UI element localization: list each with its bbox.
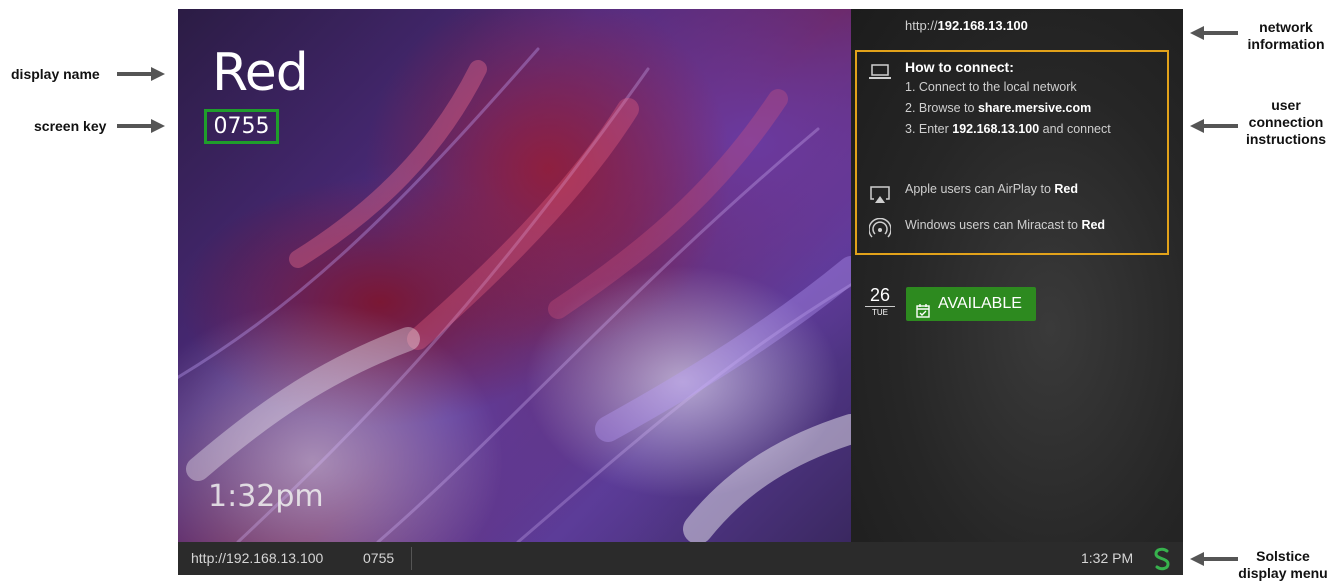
- step-3-suffix: and connect: [1039, 122, 1111, 136]
- step-2-url: share.mersive.com: [977, 101, 1092, 115]
- annotation-line: Solstice: [1256, 548, 1310, 564]
- connection-panel: http://192.168.13.100 How to connect: 1.…: [851, 9, 1183, 542]
- step-3-ip: 192.168.13.100: [952, 122, 1040, 136]
- annotation-line: display menu: [1238, 565, 1328, 581]
- display-name: Red: [212, 43, 309, 103]
- bottom-bar-time: 1:32 PM: [1081, 550, 1134, 566]
- step-2-prefix: 2. Browse to: [905, 101, 978, 115]
- arrow-icon: [1190, 119, 1238, 133]
- arrow-icon: [117, 67, 165, 81]
- annotation-screen-key: screen key: [34, 118, 107, 134]
- annotation-user-connection: user connection instructions: [1233, 97, 1339, 148]
- date-day-of-week: TUE: [865, 306, 895, 318]
- arrow-icon: [117, 119, 165, 133]
- wallpaper-time: 1:32pm: [208, 479, 324, 514]
- date-day: 26: [869, 285, 891, 305]
- annotation-solstice-menu: Solstice display menu: [1225, 548, 1341, 582]
- network-prefix: http://: [905, 18, 938, 33]
- miracast-prefix: Windows users can Miracast to: [905, 218, 1082, 232]
- airplay-icon: [869, 185, 891, 210]
- user-connection-instructions: How to connect: 1. Connect to the local …: [855, 50, 1169, 255]
- date-block: 26 TUE: [865, 286, 895, 318]
- annotation-line: network: [1259, 19, 1313, 35]
- airplay-instruction: Apple users can AirPlay to Red: [905, 182, 1078, 196]
- calendar-check-icon: [916, 297, 930, 331]
- annotation-display-name: display name: [11, 66, 100, 82]
- annotation-line: information: [1247, 36, 1325, 52]
- annotation-line: user: [1271, 97, 1301, 113]
- airplay-prefix: Apple users can AirPlay to: [905, 182, 1055, 196]
- airplay-name: Red: [1054, 182, 1079, 196]
- bottom-bar-url: http://192.168.13.100: [191, 550, 324, 566]
- bottom-bar: http://192.168.13.100 0755 1:32 PM: [178, 542, 1183, 575]
- annotation-network-information: network information: [1233, 19, 1339, 53]
- arrow-icon: [1190, 26, 1238, 40]
- laptop-icon: [869, 64, 891, 85]
- miracast-icon: [868, 217, 892, 245]
- divider: [411, 547, 412, 570]
- annotation-line: connection: [1248, 114, 1324, 130]
- network-information: http://192.168.13.100: [905, 18, 1028, 33]
- availability-label: AVAILABLE: [938, 295, 1022, 312]
- step-3-prefix: 3. Enter: [905, 122, 953, 136]
- wallpaper: Red 0755 1:32pm: [178, 9, 851, 542]
- screen-key: 0755: [204, 109, 279, 144]
- how-to-connect-title: How to connect:: [905, 59, 1014, 75]
- availability-status[interactable]: AVAILABLE: [906, 287, 1036, 321]
- miracast-instruction: Windows users can Miracast to Red: [905, 218, 1105, 232]
- annotation-line: instructions: [1245, 131, 1327, 147]
- solstice-logo-icon[interactable]: [1153, 547, 1171, 574]
- step-2: 2. Browse to share.mersive.com: [905, 101, 1091, 115]
- step-3: 3. Enter 192.168.13.100 and connect: [905, 122, 1111, 136]
- bottom-bar-screen-key: 0755: [363, 550, 395, 566]
- step-1: 1. Connect to the local network: [905, 80, 1077, 94]
- miracast-name: Red: [1081, 218, 1106, 232]
- network-ip: 192.168.13.100: [937, 18, 1028, 33]
- solstice-display-screen: Red 0755 1:32pm http://192.168.13.100 Ho…: [178, 9, 1183, 575]
